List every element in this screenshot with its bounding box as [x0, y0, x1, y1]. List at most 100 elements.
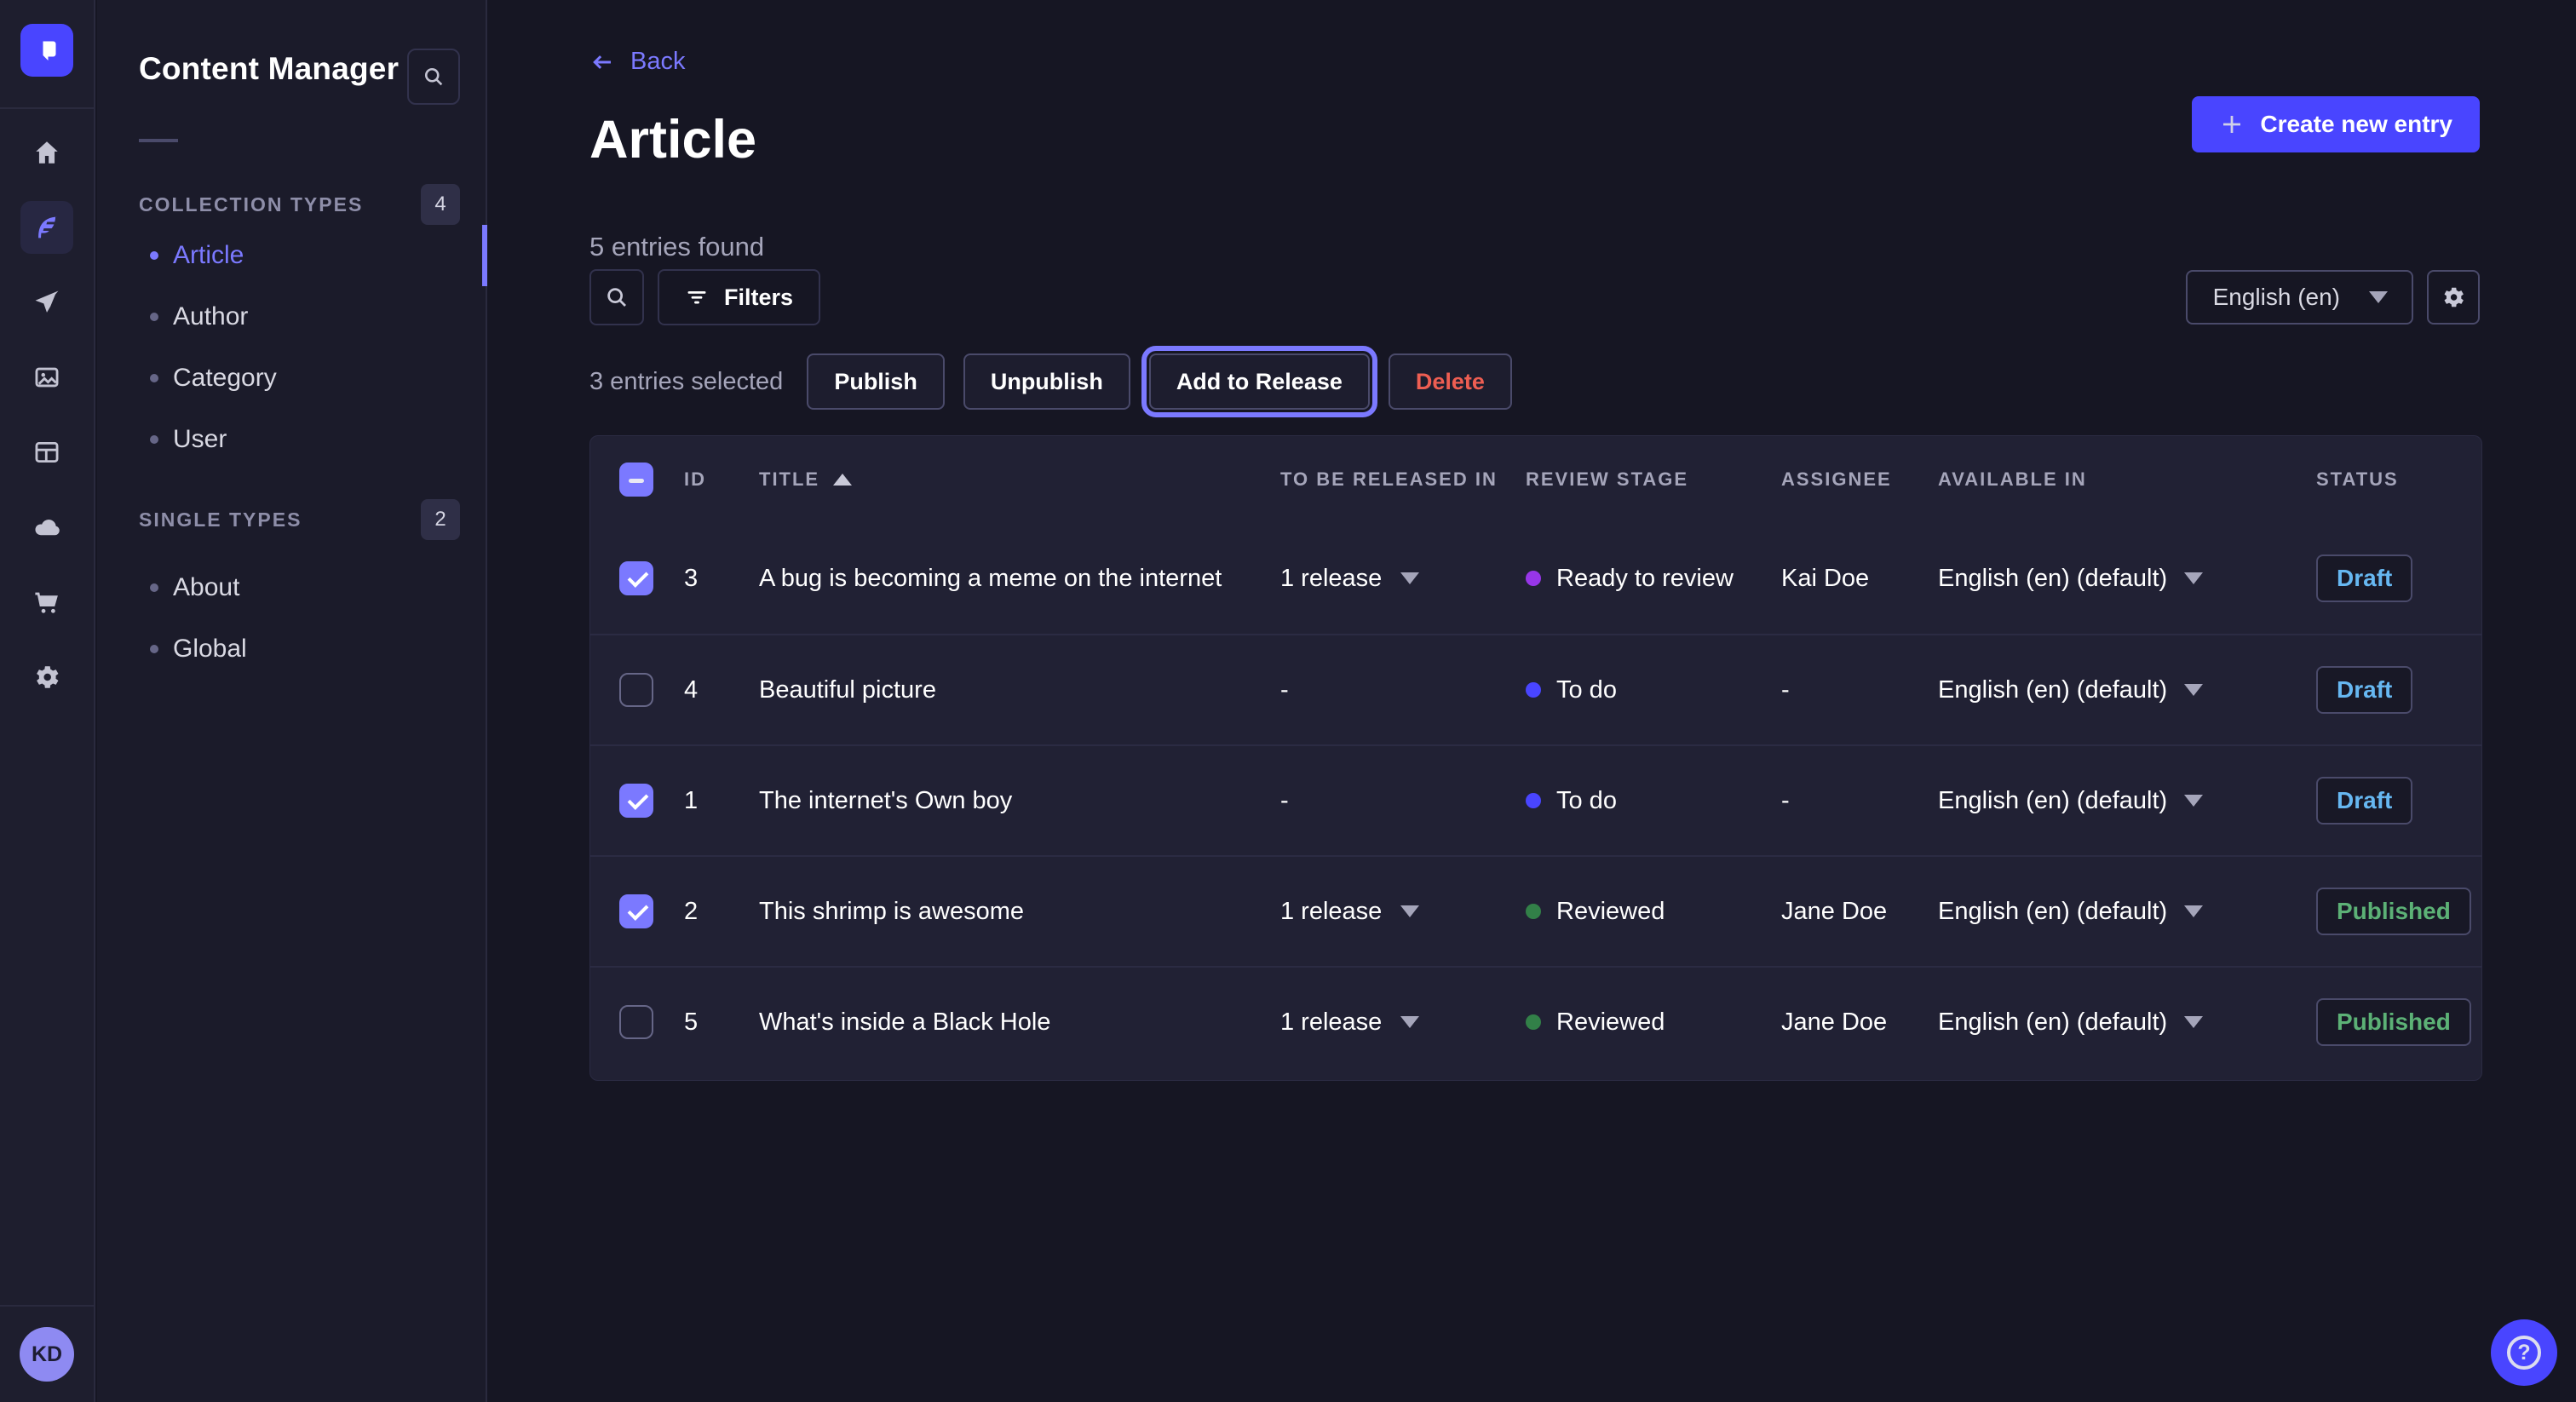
user-avatar[interactable]: KD [20, 1327, 74, 1382]
back-link[interactable]: Back [589, 48, 685, 76]
view-settings-button[interactable] [2427, 270, 2480, 325]
filters-button[interactable]: Filters [658, 269, 820, 325]
search-icon [422, 65, 446, 89]
feather-pen-icon [32, 213, 61, 242]
cell-released-in: - [1280, 787, 1526, 815]
subnav-item-label: User [173, 425, 227, 454]
locale-chevron-down-icon[interactable] [2184, 684, 2203, 696]
locale-chevron-down-icon[interactable] [2184, 905, 2203, 917]
header-available-in: AVAILABLE IN [1938, 468, 2316, 491]
add-to-release-button[interactable]: Add to Release [1149, 353, 1370, 410]
gear-icon [2441, 284, 2466, 310]
status-badge: Published [2316, 998, 2471, 1046]
cell-available-in: English (en) (default) [1938, 676, 2316, 704]
bullet-icon [150, 313, 158, 321]
release-chevron-down-icon[interactable] [1400, 1016, 1419, 1028]
row-checkbox[interactable] [619, 784, 653, 818]
rail-divider [0, 107, 95, 109]
cell-id: 2 [684, 898, 759, 926]
cell-assignee: Jane Doe [1781, 898, 1938, 926]
select-all-checkbox[interactable] [619, 463, 653, 497]
toolbar: Filters English (en) [589, 269, 2480, 325]
subnav-item[interactable]: Global [97, 618, 486, 680]
strapi-logo-icon [32, 35, 62, 66]
table-row[interactable]: 3 A bug is becoming a meme on the intern… [590, 523, 2481, 634]
marketplace-button[interactable] [20, 576, 73, 629]
content-type-builder-button[interactable] [20, 426, 73, 479]
subnav-item[interactable]: About [97, 557, 486, 618]
deploy-cloud-button[interactable] [20, 501, 73, 554]
main-content: Back Article 5 entries found Create new … [489, 0, 2576, 1402]
cell-id: 5 [684, 1008, 759, 1037]
subnav-search-button[interactable] [407, 49, 460, 105]
cloud-icon [32, 513, 61, 542]
stage-dot [1526, 904, 1541, 919]
unpublish-button[interactable]: Unpublish [963, 353, 1130, 410]
locale-chevron-down-icon[interactable] [2184, 572, 2203, 584]
main-nav-rail: KD [0, 0, 95, 1402]
entries-table: ID TITLE TO BE RELEASED IN REVIEW STAGE … [589, 435, 2482, 1081]
row-checkbox[interactable] [619, 561, 653, 595]
header-released-in: TO BE RELEASED IN [1280, 468, 1526, 491]
release-chevron-down-icon[interactable] [1400, 572, 1419, 584]
gear-icon [32, 663, 61, 692]
bullet-icon [150, 645, 158, 653]
media-images-icon [32, 363, 61, 392]
publish-button[interactable]: Publish [807, 353, 945, 410]
status-badge: Draft [2316, 777, 2412, 825]
content-manager-button[interactable] [20, 201, 73, 254]
arrow-left-icon [589, 49, 615, 75]
help-button[interactable]: ? [2491, 1319, 2557, 1386]
table-body: 3 A bug is becoming a meme on the intern… [590, 523, 2481, 1077]
subnav-item[interactable]: Author [97, 286, 486, 348]
home-icon [32, 138, 61, 167]
subnav-item[interactable]: Category [97, 348, 486, 409]
table-search-button[interactable] [589, 269, 644, 325]
row-checkbox[interactable] [619, 894, 653, 928]
subnav-item-label: Article [173, 241, 244, 270]
create-new-entry-button[interactable]: Create new entry [2192, 96, 2480, 152]
cell-id: 1 [684, 787, 759, 815]
locale-chevron-down-icon[interactable] [2184, 795, 2203, 807]
cell-available-in: English (en) (default) [1938, 787, 2316, 815]
cell-title: This shrimp is awesome [759, 898, 1280, 926]
cell-review-stage: To do [1526, 787, 1781, 815]
subnav-item[interactable]: User [97, 409, 486, 470]
collection-types-list: Article Author Category User [97, 225, 486, 470]
table-row[interactable]: 4 Beautiful picture - To do - English (e… [590, 634, 2481, 744]
subnav-item-label: Category [173, 364, 277, 393]
status-badge: Published [2316, 888, 2471, 935]
stage-dot [1526, 1014, 1541, 1030]
locale-chevron-down-icon[interactable] [2184, 1016, 2203, 1028]
settings-button[interactable] [20, 651, 73, 704]
subnav-item[interactable]: Article [97, 225, 486, 286]
subnav-item-label: About [173, 573, 239, 602]
row-checkbox[interactable] [619, 673, 653, 707]
table-header-row: ID TITLE TO BE RELEASED IN REVIEW STAGE … [590, 436, 2481, 523]
table-row[interactable]: 1 The internet's Own boy - To do - Engli… [590, 744, 2481, 855]
stage-dot [1526, 682, 1541, 698]
single-types-list: About Global [97, 557, 486, 680]
table-row[interactable]: 5 What's inside a Black Hole 1 release R… [590, 966, 2481, 1077]
chevron-down-icon [2369, 291, 2388, 303]
cell-released-in: 1 release [1280, 898, 1526, 926]
cell-released-in: 1 release [1280, 565, 1526, 593]
cell-assignee: Jane Doe [1781, 1008, 1938, 1037]
cell-released-in: - [1280, 676, 1526, 704]
sort-ascending-icon[interactable] [833, 474, 852, 486]
media-library-button[interactable] [20, 351, 73, 404]
cell-review-stage: Reviewed [1526, 898, 1781, 926]
table-row[interactable]: 2 This shrimp is awesome 1 release Revie… [590, 855, 2481, 966]
delete-button[interactable]: Delete [1389, 353, 1512, 410]
header-status: STATUS [2316, 468, 2481, 491]
row-checkbox[interactable] [619, 1005, 653, 1039]
cell-assignee: Kai Doe [1781, 565, 1938, 593]
cell-review-stage: Ready to review [1526, 565, 1781, 593]
bullet-icon [150, 251, 158, 260]
locale-select[interactable]: English (en) [2186, 270, 2413, 325]
home-button[interactable] [20, 126, 73, 179]
releases-button[interactable] [20, 276, 73, 329]
layout-icon [32, 438, 61, 467]
release-chevron-down-icon[interactable] [1400, 905, 1419, 917]
bullet-icon [150, 374, 158, 382]
